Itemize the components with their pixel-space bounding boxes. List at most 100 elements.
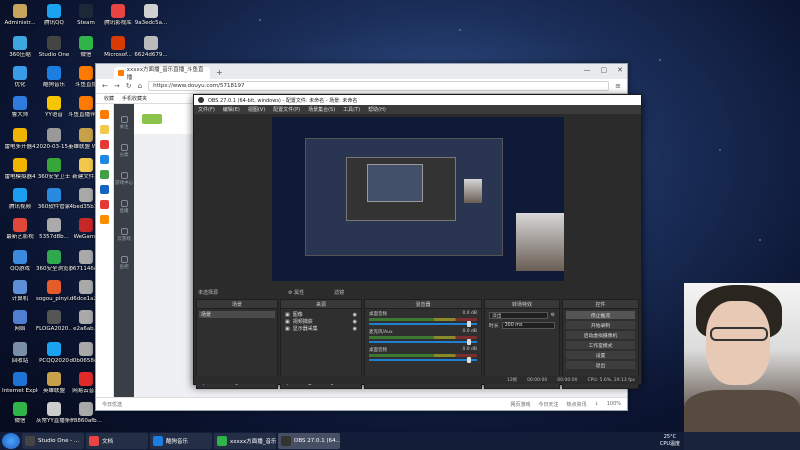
desktop-icon[interactable]: 鲁大师 bbox=[2, 96, 38, 118]
desktop-icon[interactable]: 优化 bbox=[2, 66, 38, 88]
scene-item[interactable]: 场景 bbox=[199, 311, 275, 318]
status-item[interactable]: 热点资讯 bbox=[566, 401, 586, 408]
taskbar-item[interactable]: OBS 27.0.1 (64... bbox=[278, 433, 340, 449]
status-item[interactable]: 今日天注 bbox=[538, 401, 558, 408]
stop-streaming-button[interactable]: 停止推流 bbox=[566, 311, 635, 319]
properties-button[interactable]: ⚙ 属性 bbox=[288, 289, 304, 296]
settings-button[interactable]: 设置 bbox=[566, 351, 635, 359]
desktop-icon[interactable]: 雷电多开器4 bbox=[2, 128, 38, 150]
nav-item-cloud[interactable]: 云游戏 bbox=[117, 228, 131, 242]
desktop-icon[interactable]: Administr... bbox=[2, 4, 38, 26]
sidebar-app-icon[interactable] bbox=[100, 110, 109, 119]
desktop-icon[interactable]: YY语音 bbox=[36, 96, 72, 118]
source-item[interactable]: ▣ 视频捕获 ◉ bbox=[283, 318, 359, 326]
taskbar-item[interactable]: 酷狗音乐 bbox=[150, 433, 212, 449]
desktop-icon[interactable]: 计算机 bbox=[2, 280, 38, 302]
forward-icon[interactable]: → bbox=[114, 82, 120, 90]
home-icon[interactable]: ⌂ bbox=[138, 82, 142, 90]
sidebar-app-icon[interactable] bbox=[100, 200, 109, 209]
desktop-icon[interactable]: 酷狗音乐 bbox=[36, 66, 72, 88]
nav-item-fishbar[interactable]: 鱼吧 bbox=[120, 256, 129, 270]
desktop-icon[interactable]: 2020-03-15 [借用] bbox=[36, 128, 72, 150]
volume-slider[interactable] bbox=[369, 357, 477, 363]
zoom-level[interactable]: 100% bbox=[607, 401, 621, 407]
volume-slider[interactable] bbox=[369, 321, 477, 327]
nav-item-live[interactable]: 直播 bbox=[120, 200, 129, 214]
sidebar-app-icon[interactable] bbox=[100, 185, 109, 194]
desktop-icon[interactable]: 9a3edc5a... bbox=[133, 4, 169, 26]
volume-slider[interactable] bbox=[369, 339, 477, 345]
filters-button[interactable]: 滤镜 bbox=[334, 289, 344, 296]
start-button[interactable] bbox=[2, 433, 20, 449]
maximize-button[interactable]: ▢ bbox=[601, 66, 608, 74]
obs-window[interactable]: OBS 27.0.1 (64-bit, windows) - 配置文件: 未命名… bbox=[193, 94, 642, 389]
desktop-icon[interactable]: 最新艺影视 bbox=[2, 218, 38, 240]
source-item[interactable]: ▣ 显示器采集 ◉ bbox=[283, 325, 359, 333]
desktop-icon[interactable]: FLOGA2020... bbox=[36, 310, 72, 332]
nav-item-follow[interactable]: 关注 bbox=[120, 116, 129, 130]
desktop-icon[interactable]: 360软件管家 bbox=[36, 188, 72, 210]
taskbar-item[interactable]: xxxxx方面播_音乐... bbox=[214, 433, 276, 449]
sidebar-app-icon[interactable] bbox=[100, 170, 109, 179]
close-button[interactable]: ✕ bbox=[617, 66, 623, 74]
desktop-icon[interactable]: 微信 bbox=[68, 36, 104, 58]
studio-mode-button[interactable]: 工作室模式 bbox=[566, 341, 635, 349]
desktop-icon[interactable]: 雷电模拟器4 bbox=[2, 158, 38, 180]
obs-preview-canvas[interactable] bbox=[272, 117, 564, 281]
desktop-icon[interactable]: 6624d679... bbox=[133, 36, 169, 58]
desktop-icon[interactable]: 360安全浏览器 bbox=[36, 250, 72, 272]
menu-edit[interactable]: 编辑(E) bbox=[223, 106, 240, 113]
download-icon[interactable]: ↓ bbox=[595, 401, 599, 407]
desktop-icon[interactable]: sogou_pinyi... bbox=[36, 280, 72, 302]
desktop-icon[interactable]: 网络 bbox=[2, 310, 38, 332]
menu-scene-collection[interactable]: 场景集合(S) bbox=[308, 106, 335, 113]
taskbar-item[interactable]: 文档 bbox=[86, 433, 148, 449]
taskbar-item[interactable]: Studio One - ... bbox=[22, 433, 84, 449]
bookmark-item[interactable]: 收藏 bbox=[104, 95, 114, 102]
back-icon[interactable]: ← bbox=[102, 82, 108, 90]
menu-tools[interactable]: 工具(T) bbox=[343, 106, 360, 113]
desktop-icon[interactable]: Studio One bbox=[36, 36, 72, 58]
desktop-icon[interactable]: 微信 bbox=[2, 402, 38, 424]
desktop-icon[interactable]: 回收站 bbox=[2, 342, 38, 364]
sidebar-app-icon[interactable] bbox=[100, 155, 109, 164]
duration-input[interactable]: 300 ms bbox=[501, 322, 555, 329]
browser-tab[interactable]: xxxxx方面播_音乐直播_斗鱼直播 bbox=[114, 67, 210, 81]
exit-button[interactable]: 退出 bbox=[566, 361, 635, 369]
nav-item-category[interactable]: 分类 bbox=[120, 144, 129, 158]
status-item[interactable]: 网页游戏 bbox=[510, 401, 530, 408]
desktop-icon[interactable]: 腾讯QQ bbox=[36, 4, 72, 26]
desktop-icon[interactable]: Internet Explorer bbox=[2, 372, 38, 394]
desktop-icon[interactable]: 灰常YY直播条件直播音乐音... bbox=[36, 402, 72, 424]
menu-icon[interactable]: ≡ bbox=[615, 82, 621, 90]
bookmark-item[interactable]: 手机收藏夹 bbox=[122, 95, 147, 102]
desktop-icon[interactable]: 英雄联盟 bbox=[36, 372, 72, 394]
refresh-icon[interactable]: ↻ bbox=[126, 82, 132, 90]
menu-view[interactable]: 视图(V) bbox=[248, 106, 265, 113]
minimize-button[interactable]: — bbox=[584, 66, 591, 74]
sidebar-app-icon[interactable] bbox=[100, 215, 109, 224]
desktop-icon[interactable]: 360压缩 bbox=[2, 36, 38, 58]
menu-profile[interactable]: 配置文件(P) bbox=[273, 106, 300, 113]
desktop-icon[interactable]: 腾讯影视库 bbox=[100, 4, 136, 26]
transition-select[interactable]: 淡出 bbox=[489, 312, 548, 319]
menu-help[interactable]: 帮助(H) bbox=[368, 106, 386, 113]
eye-icon[interactable]: ◉ bbox=[353, 312, 357, 318]
new-tab-button[interactable]: + bbox=[216, 67, 223, 79]
desktop-icon[interactable]: 360安全卫士 bbox=[36, 158, 72, 180]
start-recording-button[interactable]: 开始录制 bbox=[566, 321, 635, 329]
eye-icon[interactable]: ◉ bbox=[353, 326, 357, 332]
eye-icon[interactable]: ◉ bbox=[353, 319, 357, 325]
gear-icon[interactable]: ⚙ bbox=[551, 313, 555, 318]
status-item[interactable]: 今日优选 bbox=[102, 401, 122, 408]
sidebar-app-icon[interactable] bbox=[100, 140, 109, 149]
desktop-icon[interactable]: QQ游戏 bbox=[2, 250, 38, 272]
desktop-icon[interactable]: 腾讯视频 bbox=[2, 188, 38, 210]
sidebar-app-icon[interactable] bbox=[100, 125, 109, 134]
desktop-icon[interactable]: Steam bbox=[68, 4, 104, 26]
desktop-icon[interactable]: 5357d8b... bbox=[36, 218, 72, 240]
address-bar[interactable]: https://www.douyu.com/5718197 bbox=[148, 81, 610, 91]
desktop-icon[interactable]: PCQQ2020 bbox=[36, 342, 72, 364]
douyu-logo[interactable] bbox=[142, 114, 162, 124]
nav-item-games[interactable]: 游戏中心 bbox=[115, 172, 133, 186]
